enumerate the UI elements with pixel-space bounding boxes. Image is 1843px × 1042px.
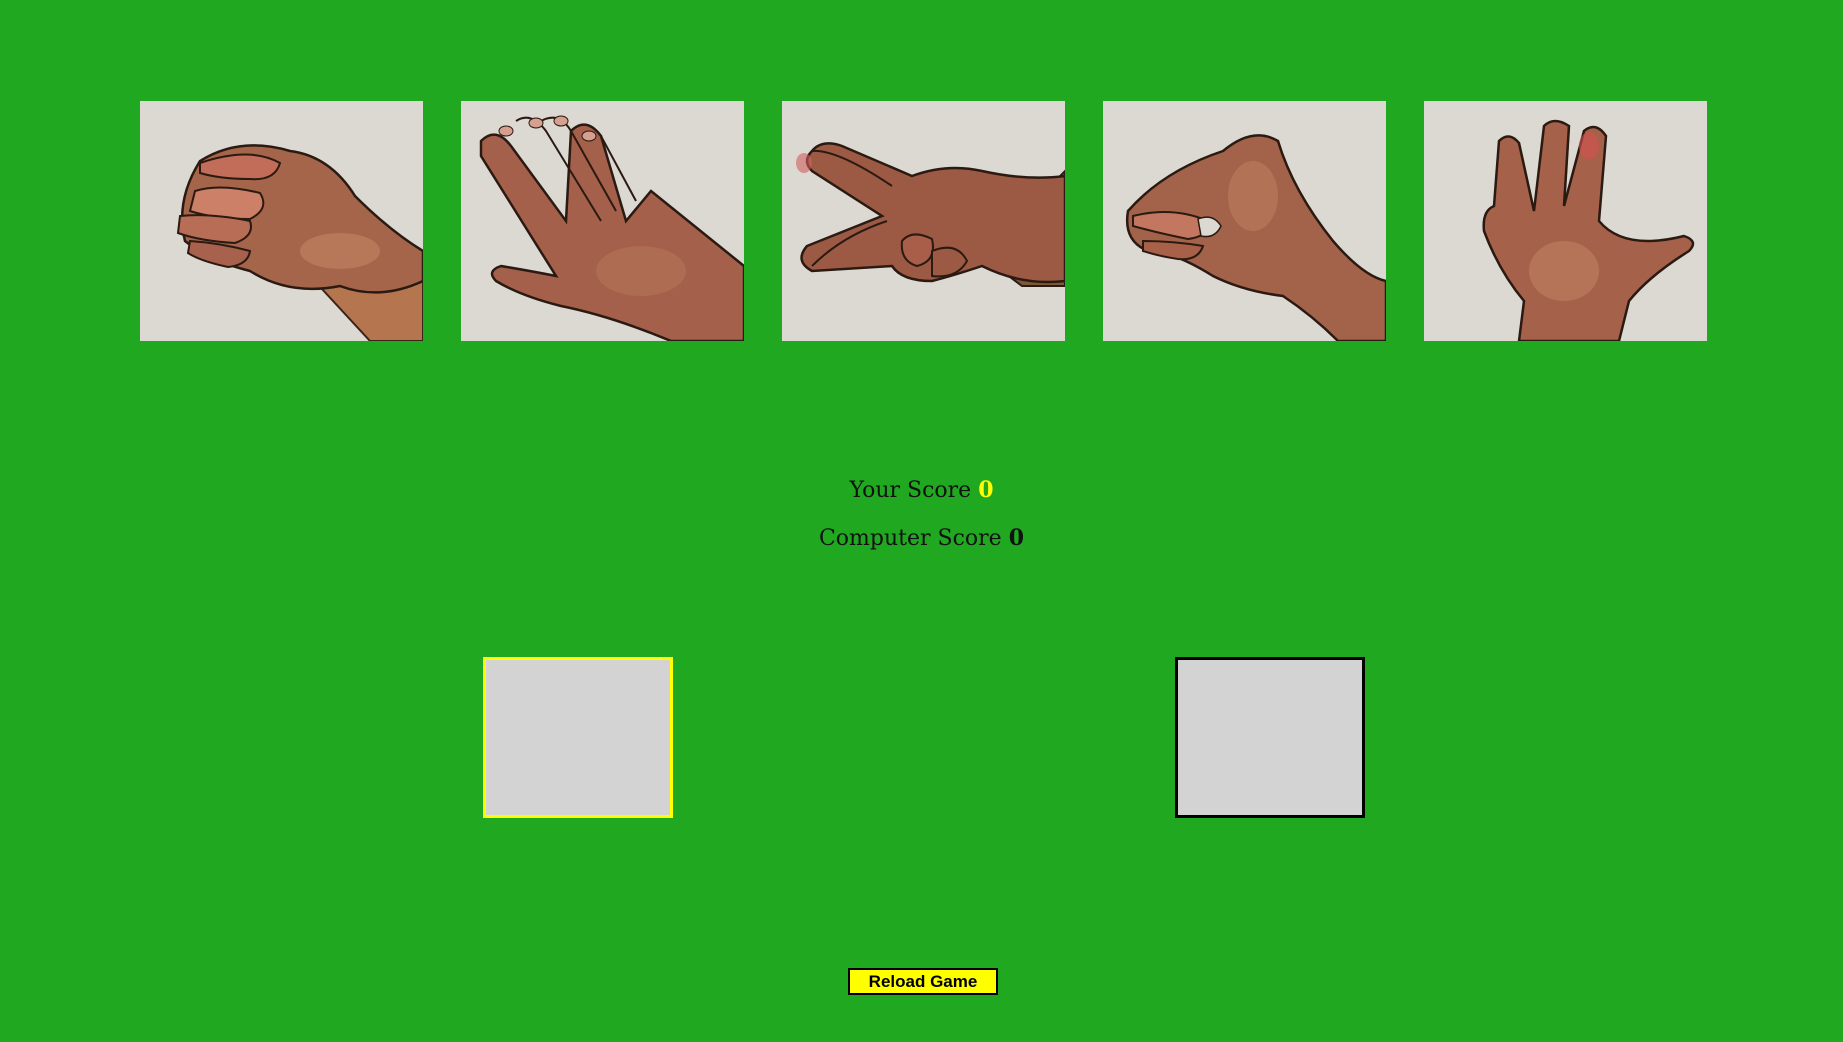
lizard-hand-image	[1103, 101, 1386, 341]
choice-scissors[interactable]	[782, 101, 1065, 341]
choice-paper[interactable]	[461, 101, 744, 341]
user-pick-box	[483, 657, 673, 818]
choice-row	[140, 101, 1708, 341]
computer-score-value: 0	[1008, 525, 1025, 551]
spock-hand-image	[1424, 101, 1707, 341]
choice-rock[interactable]	[140, 101, 423, 341]
choice-spock[interactable]	[1424, 101, 1707, 341]
reload-game-button[interactable]: Reload Game	[848, 968, 998, 995]
user-score-label: Your Score	[849, 478, 972, 503]
choice-lizard[interactable]	[1103, 101, 1386, 341]
rock-hand-image	[140, 101, 423, 341]
computer-score-label: Computer Score	[818, 526, 1002, 551]
scissors-hand-image	[782, 101, 1065, 341]
computer-pick-box	[1175, 657, 1365, 818]
user-score-line: Your Score 0	[0, 477, 1843, 503]
user-score-value: 0	[978, 477, 994, 503]
computer-score-line: Computer Score 0	[0, 525, 1843, 551]
paper-hand-image	[461, 101, 744, 341]
